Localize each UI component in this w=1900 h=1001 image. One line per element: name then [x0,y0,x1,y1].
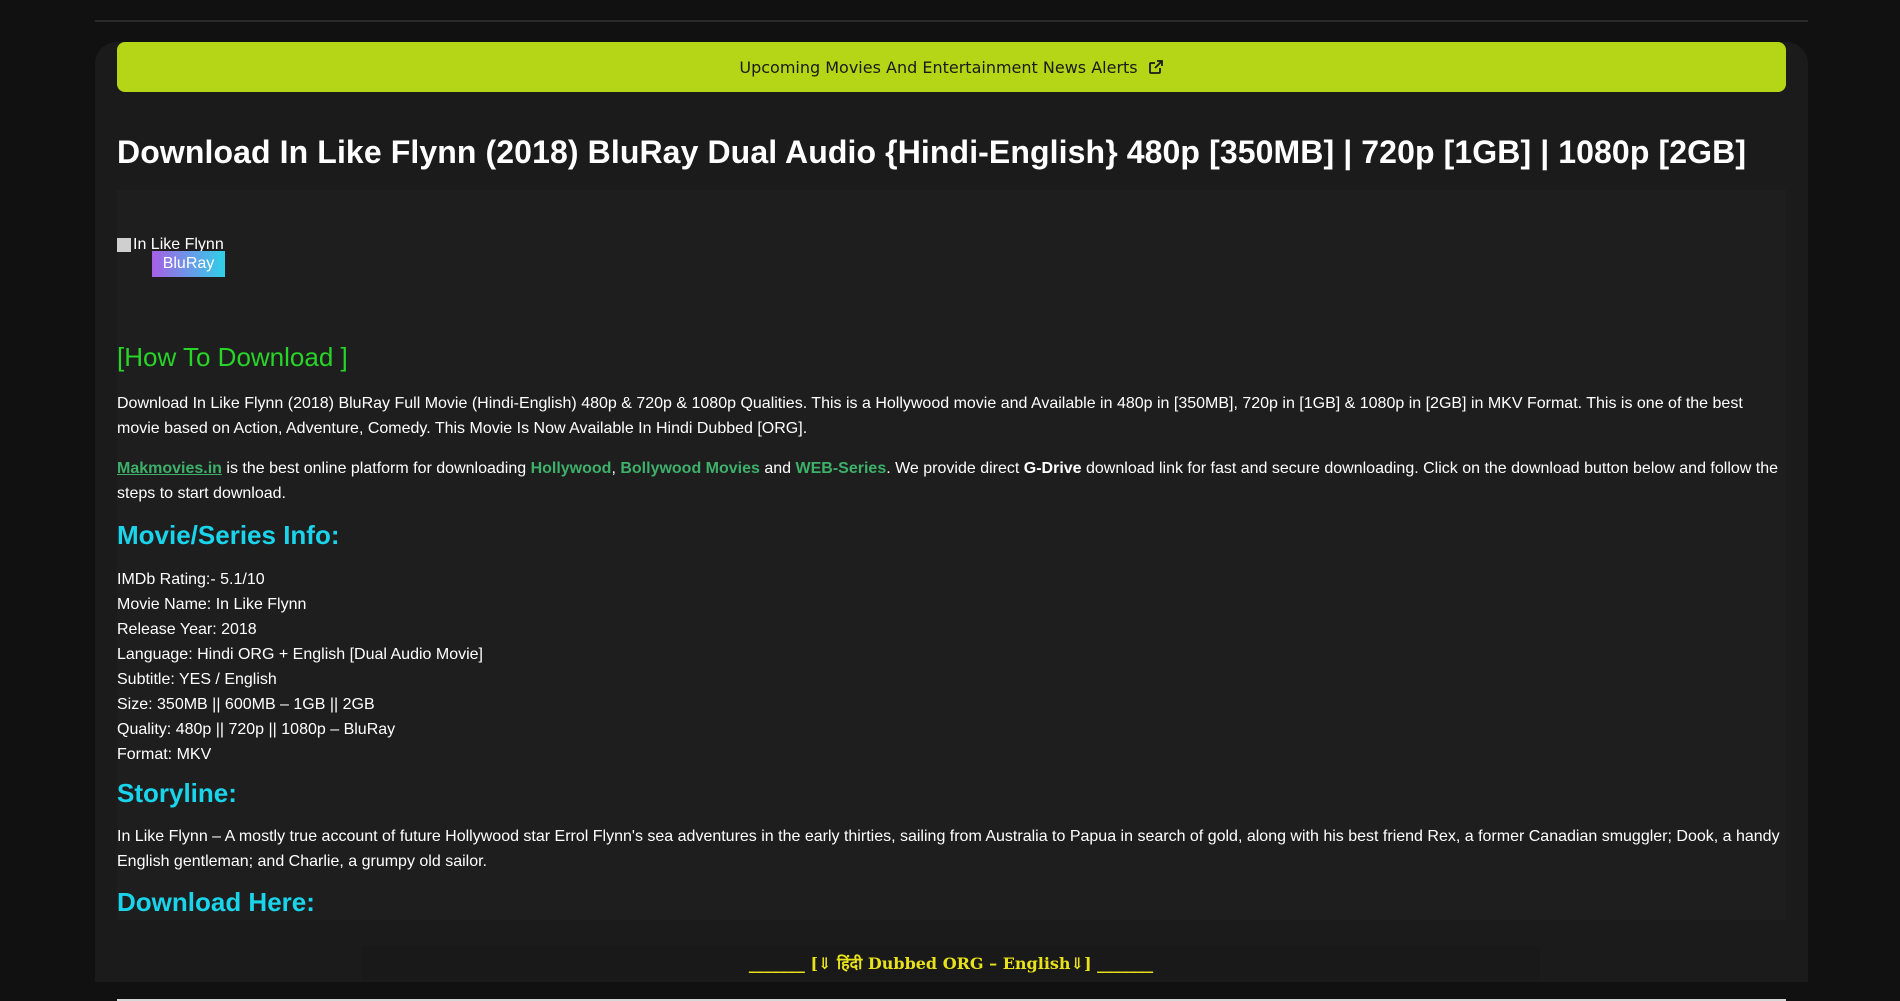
info-subtitle: Subtitle: YES / English [117,671,277,688]
download-section: _______ [⇓ हिंदी Dubbed ORG – English⇓] … [362,946,1540,980]
gdrive-label: G-Drive [1023,460,1082,477]
download-heading: Download Here: [117,887,315,917]
news-alerts-label: Upcoming Movies And Entertainment News A… [739,57,1138,77]
post-title: Download In Like Flynn (2018) BluRay Dua… [117,134,1747,170]
info-release-year: Release Year: 2018 [117,621,257,638]
broken-image-icon [117,238,131,252]
top-divider [95,20,1808,22]
content-panel [117,190,1786,920]
hollywood-link[interactable]: Hollywood [531,460,612,477]
movie-poster[interactable]: In Like Flynn BluRay [117,236,225,277]
platform-text-2: . We provide direct [886,460,1024,477]
how-to-download-link[interactable]: [How To Download ] [117,342,348,373]
info-format: Format: MKV [117,746,212,763]
movie-description: Download In Like Flynn (2018) BluRay Ful… [117,395,1743,437]
news-alerts-button[interactable]: Upcoming Movies And Entertainment News A… [117,42,1786,92]
info-movie-name: Movie Name: In Like Flynn [117,596,307,613]
platform-comma: , [611,460,621,477]
info-quality: Quality: 480p || 720p || 1080p – BluRay [117,721,396,738]
info-size: Size: 350MB || 600MB – 1GB || 2GB [117,696,375,713]
web-series-link[interactable]: WEB-Series [796,460,887,477]
movie-info-heading: Movie/Series Info: [117,520,340,550]
platform-text-1: is the best online platform for download… [221,460,531,477]
storyline-text: In Like Flynn – A mostly true account of… [117,828,1780,870]
bollywood-link[interactable]: Bollywood Movies [620,460,760,477]
download-section-label: _______ [⇓ हिंदी Dubbed ORG – English⇓] … [748,954,1154,973]
post-container: Upcoming Movies And Entertainment News A… [95,42,1808,1001]
info-imdb-rating: IMDb Rating:- 5.1/10 [117,571,265,588]
info-language: Language: Hindi ORG + English [Dual Audi… [117,646,483,663]
storyline-heading: Storyline: [117,778,237,808]
platform-and: and [759,460,796,477]
site-link[interactable]: Makmovies.in [117,460,222,477]
external-link-icon [1148,59,1164,75]
platform-description: Makmovies.in is the best online platform… [117,456,1786,506]
quality-badge: BluRay [152,251,225,277]
movie-info-list: IMDb Rating:- 5.1/10 Movie Name: In Like… [117,567,483,767]
